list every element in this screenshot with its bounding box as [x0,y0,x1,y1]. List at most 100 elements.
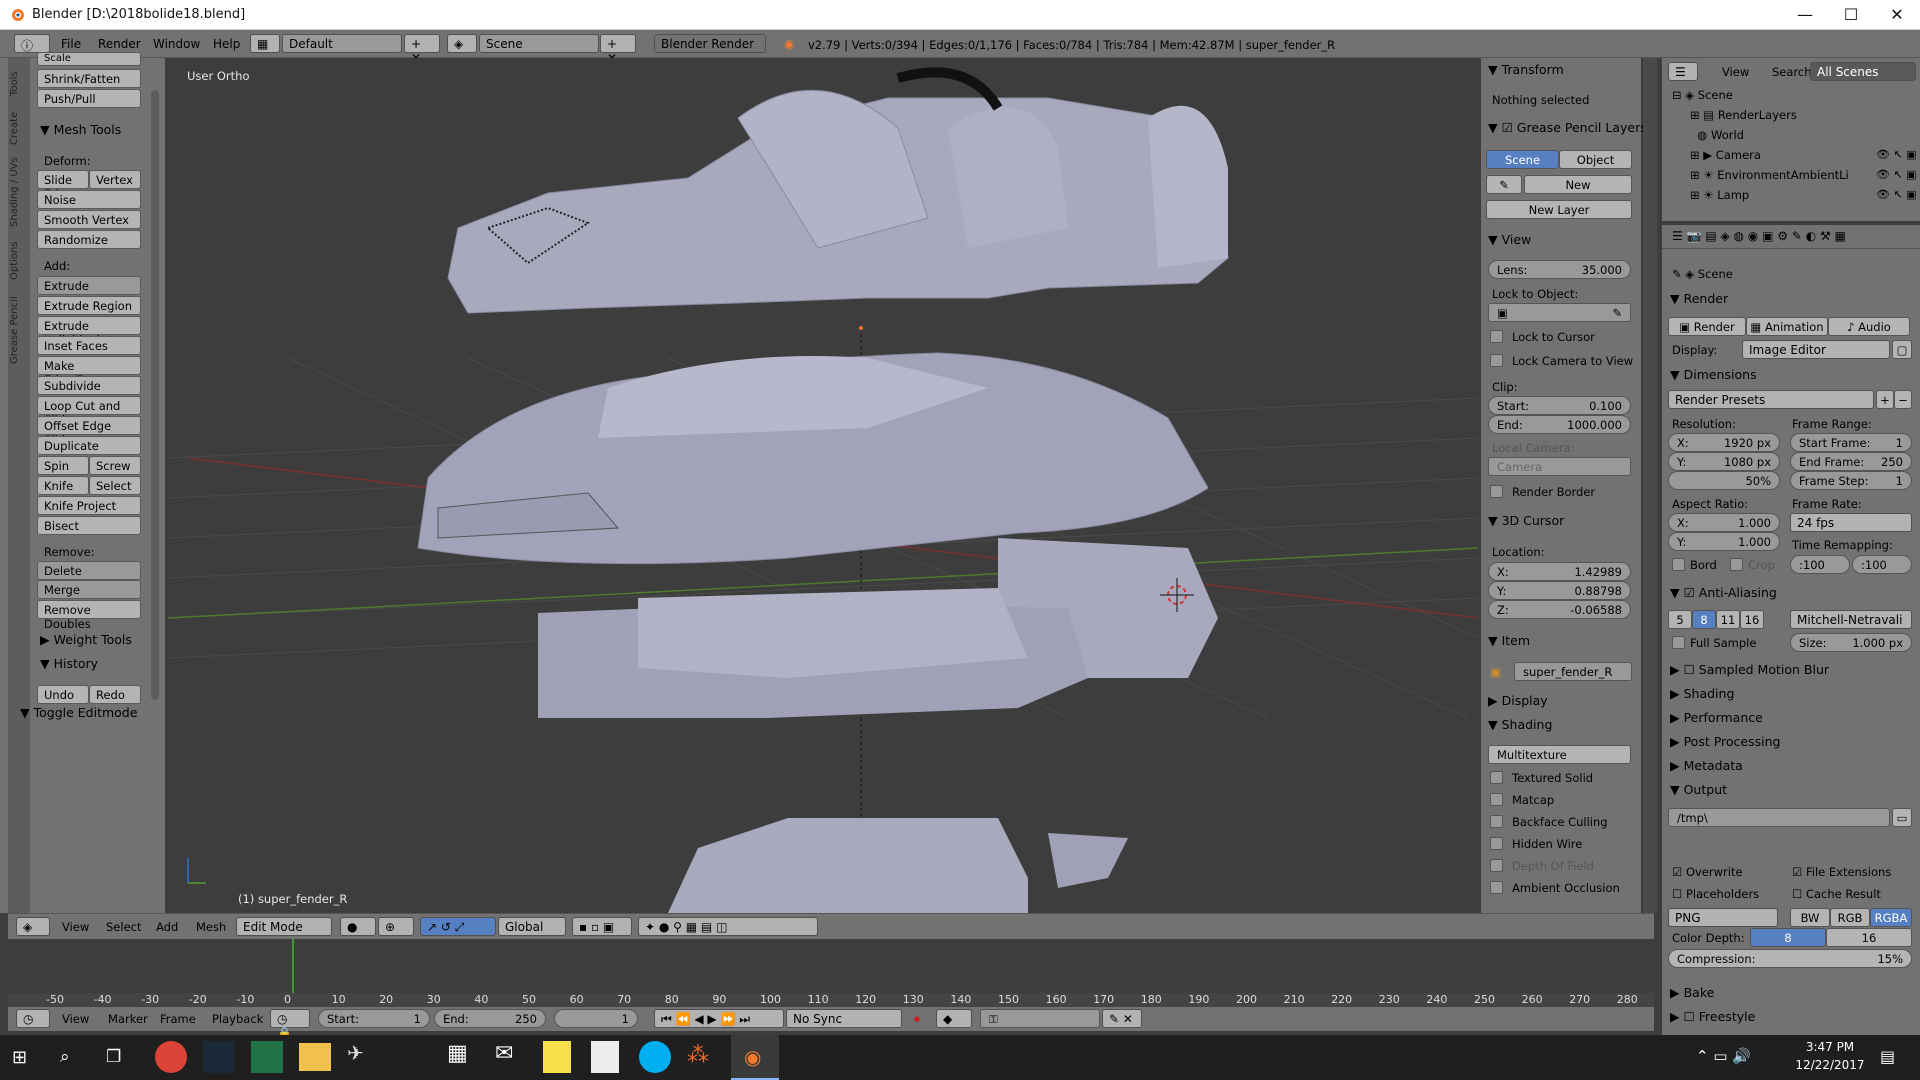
res-x-field[interactable]: X: 1920 px [1668,433,1780,452]
sync-select[interactable]: No Sync [786,1009,902,1028]
menu-window[interactable]: Window [153,37,200,51]
insert-keyframe-icons[interactable]: ✎ ✕ [1102,1009,1142,1028]
scale-button[interactable]: Scale [37,52,141,66]
performance-header[interactable]: ▶ Performance [1670,710,1763,725]
document-icon[interactable] [591,1041,619,1073]
output-path-field[interactable]: /tmp\ [1668,808,1890,827]
mail-icon[interactable]: ✉ [495,1041,527,1073]
render-image-button[interactable]: ▣ Render [1668,317,1746,336]
select-mode-icons[interactable]: ▪ ▫ ▣ [572,917,632,936]
res-percent-field[interactable]: 50% [1668,471,1780,490]
cache-result-checkbox[interactable]: ☐ Cache Result [1792,887,1881,901]
aa-11-button[interactable]: 11 [1716,610,1740,629]
editor-type-icon[interactable]: ⓘ [14,34,50,53]
outliner-view-menu[interactable]: View [1722,65,1749,79]
view3d-editor-icon[interactable]: ◈ [16,917,50,936]
app-dots-icon[interactable]: ⁂ [687,1043,717,1073]
end-frame-field[interactable]: End Frame: 250 [1790,452,1912,471]
shrink-fatten-button[interactable]: Shrink/Fatten [37,69,141,88]
border-checkbox[interactable] [1672,558,1685,571]
ambient-occlusion-checkbox[interactable] [1490,881,1503,894]
pivot-icon[interactable]: ⊕ [378,917,414,936]
dimensions-header[interactable]: ▼ Dimensions [1670,367,1757,382]
scene-icon[interactable]: ◈ [447,34,477,53]
extrude-individual-button[interactable]: Extrude Individual [37,316,141,347]
loop-cut-button[interactable]: Loop Cut and Slide [37,396,141,427]
tray-icons[interactable]: ⌃ ▭ 🔊 [1696,1047,1751,1065]
clip-start-field[interactable]: Start: 0.100 [1488,396,1631,415]
subdivide-button[interactable]: Subdivide [37,376,141,395]
compression-slider[interactable]: Compression: 15% [1668,949,1912,968]
render-presets-select[interactable]: Render Presets [1668,390,1874,409]
clip-end-field[interactable]: End: 1000.000 [1488,415,1631,434]
slide-edge-button[interactable]: Slide Ed [37,170,89,201]
tab-grease-pencil[interactable]: Grease Pencil [9,290,29,370]
rgba-button[interactable]: RGBA [1870,908,1912,927]
motion-blur-header[interactable]: ▶ ☐ Sampled Motion Blur [1670,662,1829,677]
undo-button[interactable]: Undo [37,685,89,704]
offset-edge-slide-button[interactable]: Offset Edge Slide [37,416,141,447]
3d-viewport[interactable]: User Ortho (1) super_fender_R [168,58,1478,913]
outliner-search-menu[interactable]: Search [1772,65,1812,79]
aa-8-button[interactable]: 8 [1692,610,1716,629]
noise-button[interactable]: Noise [37,190,141,209]
file-explorer-icon[interactable] [299,1043,331,1071]
tools-scrollbar[interactable] [151,90,159,700]
grease-pencil-header[interactable]: ▼ ☑ Grease Pencil Layers [1488,120,1647,135]
new-layer-button[interactable]: New Layer [1486,200,1632,219]
menu-render[interactable]: Render [98,37,141,51]
duplicate-button[interactable]: Duplicate [37,436,141,455]
visibility-eye-icon-3[interactable]: 👁 ↖ ▣ [1876,188,1917,201]
properties-scrollbar[interactable] [1643,58,1657,913]
render-section-header[interactable]: ▼ Render [1670,291,1728,306]
outliner-item-lamp[interactable]: ⊞ ☀ Lamp [1690,188,1749,202]
gp-new-button[interactable]: New [1524,175,1632,194]
bisect-button[interactable]: Bisect [37,516,141,535]
snapping-icons[interactable]: ✦ ● ⚲ ▦ ▤ ◫ [638,917,818,936]
timeline-marker-menu[interactable]: Marker [108,1012,148,1026]
mesh-tools-header[interactable]: ▼ Mesh Tools [40,122,121,137]
local-camera-field[interactable]: Camera [1488,457,1631,476]
3d-cursor-header[interactable]: ▼ 3D Cursor [1488,513,1564,528]
redo-button[interactable]: Redo [89,685,141,704]
textured-solid-checkbox[interactable] [1490,771,1503,784]
depth-8-button[interactable]: 8 [1750,928,1826,947]
search-icon[interactable]: ⌕ [60,1047,70,1067]
delete-dropdown[interactable]: Delete [37,561,141,580]
frame-step-field[interactable]: Frame Step: 1 [1790,471,1912,490]
preset-remove-icon[interactable]: − [1894,390,1912,409]
knife-button[interactable]: Knife [37,476,89,495]
tab-create[interactable]: Create [9,108,29,148]
extrude-dropdown[interactable]: Extrude [37,276,141,295]
lens-field[interactable]: Lens: 35.000 [1488,260,1631,279]
spreadsheet-icon[interactable] [251,1041,283,1073]
view-header[interactable]: ▼ View [1488,232,1531,247]
transform-header[interactable]: ▼ Transform [1488,62,1564,77]
start-icon[interactable]: ⊞ [12,1047,27,1068]
minimize-button[interactable]: — [1782,0,1828,30]
item-header[interactable]: ▼ Item [1488,633,1530,648]
tab-shading-uvs[interactable]: Shading / UVs [9,152,29,232]
outliner-item-scene[interactable]: ⊟ ◈ Scene [1672,88,1733,102]
clock-time[interactable]: 3:47 PM [1795,1040,1865,1054]
randomize-button[interactable]: Randomize [37,230,141,249]
sticky-notes-icon[interactable] [543,1041,571,1073]
preview-range-icon[interactable]: ◷ 🔒 [270,1009,310,1040]
aa-16-button[interactable]: 16 [1740,610,1764,629]
depth-of-field-checkbox[interactable] [1490,859,1503,872]
cursor-x-field[interactable]: X: 1.42989 [1488,562,1631,581]
start-frame-field[interactable]: Start Frame: 1 [1790,433,1912,452]
chrome-icon[interactable] [155,1041,187,1073]
task-view-icon[interactable]: ❐ [106,1047,121,1067]
scene-add-remove[interactable]: + ✕ [600,34,636,65]
outliner-editor-icon[interactable]: ☰ [1668,62,1698,81]
pencil-icon[interactable]: ✎ [1486,175,1522,194]
gp-scene-button[interactable]: Scene [1486,150,1559,169]
output-header[interactable]: ▼ Output [1670,782,1727,797]
manipulator-icons[interactable]: ↗ ↺ ⤢ [420,917,496,936]
timeline-start-field[interactable]: Start: 1 [318,1009,430,1028]
timeline-playback-menu[interactable]: Playback [212,1012,263,1026]
render-animation-button[interactable]: ▦ Animation [1746,317,1828,336]
layout-add-remove[interactable]: + ✕ [404,34,440,65]
display-select[interactable]: Image Editor [1742,340,1890,359]
